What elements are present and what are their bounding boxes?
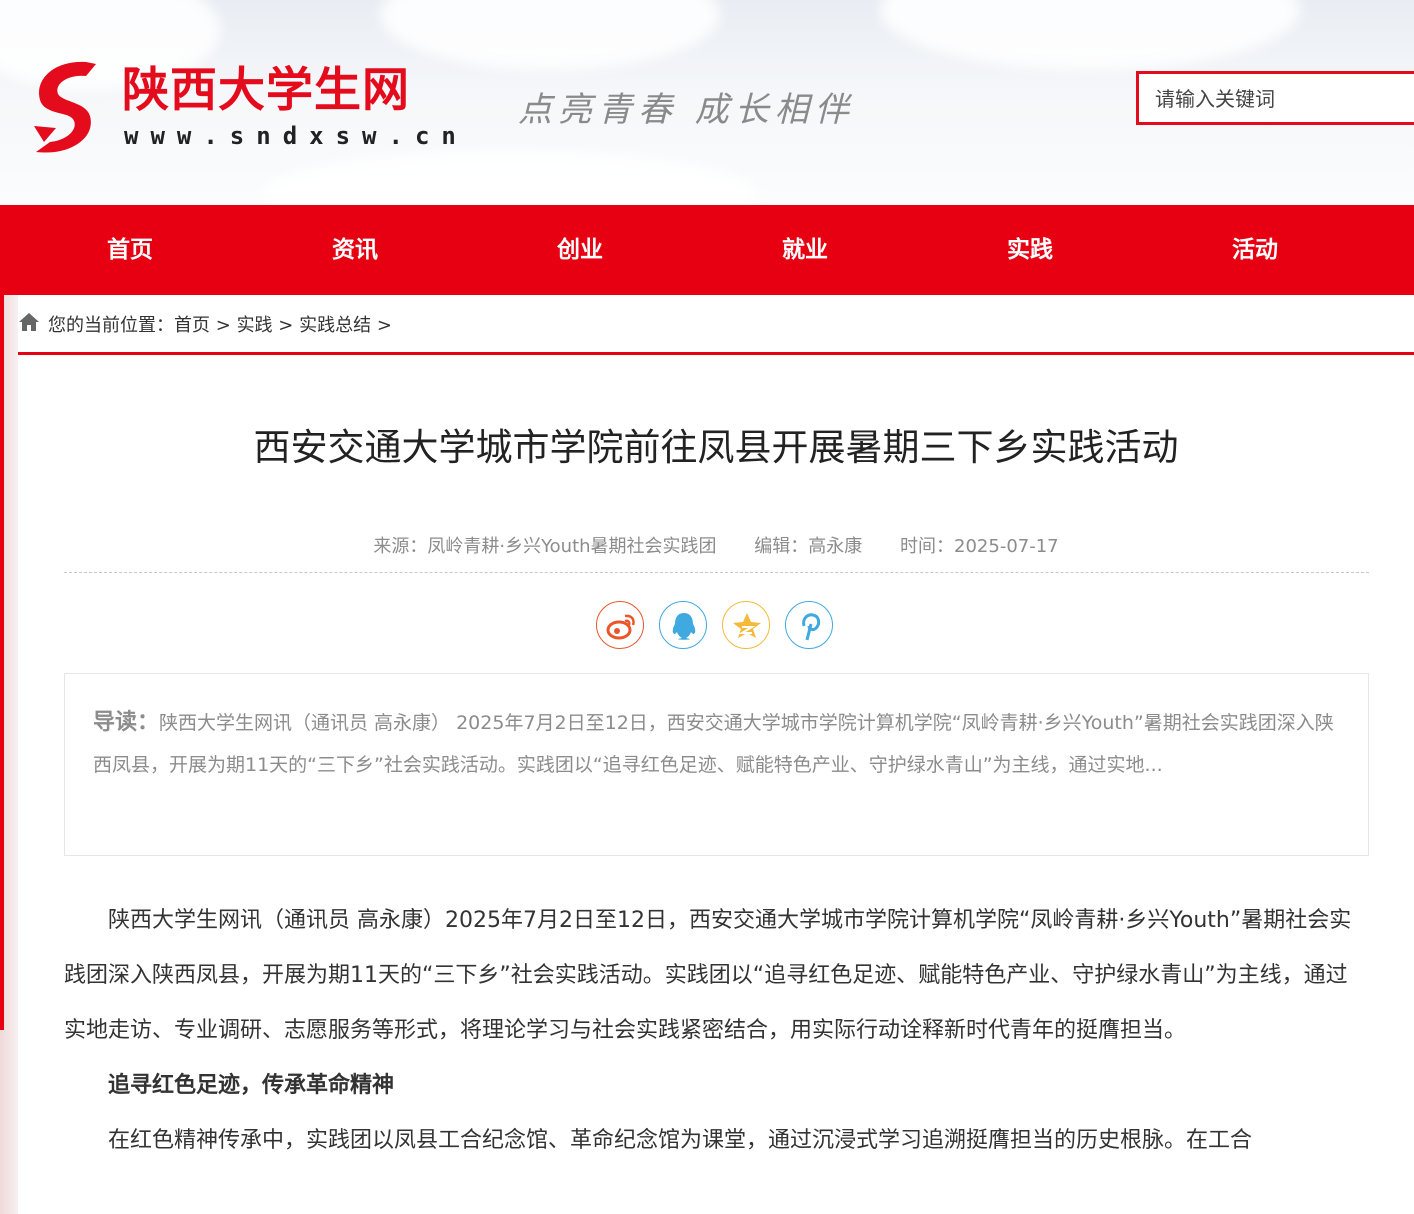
article-lead: 导读：陕西大学生网讯（通讯员 高永康） 2025年7月2日至12日，西安交通大学… bbox=[64, 673, 1369, 856]
article-meta: 来源：凤岭青耕·乡兴Youth暑期社会实践团 编辑：高永康 时间：2025-07… bbox=[18, 532, 1414, 558]
nav-item-employment[interactable]: 就业 bbox=[745, 205, 865, 295]
breadcrumb-home[interactable]: 首页 bbox=[174, 315, 210, 336]
breadcrumb: 您的当前位置：首页 > 实践 > 实践总结 > bbox=[18, 295, 1414, 355]
article-title: 西安交通大学城市学院前往凤县开展暑期三下乡实践活动 bbox=[253, 426, 1179, 469]
header-cloud bbox=[260, 150, 760, 205]
article: 西安交通大学城市学院前往凤县开展暑期三下乡实践活动 来源：凤岭青耕·乡兴Yout… bbox=[18, 355, 1414, 1214]
breadcrumb-separator: > bbox=[376, 315, 392, 336]
header-cloud bbox=[380, 0, 720, 70]
article-paragraph: 陕西大学生网讯（通讯员 高永康）2025年7月2日至12日，西安交通大学城市学院… bbox=[64, 908, 1352, 1043]
lead-label: 导读： bbox=[93, 710, 160, 735]
site-name[interactable]: 陕西大学生网 bbox=[122, 66, 410, 116]
site-header: 陕西大学生网 www.sndxsw.cn 点亮青春 成长相伴 bbox=[0, 0, 1414, 205]
qzone-icon bbox=[733, 613, 761, 638]
article-body: 陕西大学生网讯（通讯员 高永康）2025年7月2日至12日，西安交通大学城市学院… bbox=[64, 893, 1369, 1168]
article-editor: 编辑：高永康 bbox=[754, 536, 863, 557]
pinterest-icon bbox=[802, 613, 821, 641]
main-nav: 首页 资讯 创业 就业 实践 活动 bbox=[0, 205, 1414, 295]
site-slogan: 点亮青春 成长相伴 bbox=[518, 90, 855, 130]
pinterest-share-button[interactable] bbox=[785, 601, 833, 649]
search-box bbox=[1136, 71, 1414, 125]
breadcrumb-prefix: 您的当前位置： bbox=[48, 315, 174, 336]
header-cloud bbox=[880, 0, 1300, 70]
nav-item-home[interactable]: 首页 bbox=[70, 205, 190, 295]
nav-item-news[interactable]: 资讯 bbox=[295, 205, 415, 295]
breadcrumb-practice-summary[interactable]: 实践总结 bbox=[299, 315, 371, 336]
article-source: 来源：凤岭青耕·乡兴Youth暑期社会实践团 bbox=[373, 536, 717, 557]
breadcrumb-separator: > bbox=[278, 315, 294, 336]
nav-item-practice[interactable]: 实践 bbox=[970, 205, 1090, 295]
site-logo-icon[interactable] bbox=[26, 56, 106, 156]
qq-icon bbox=[672, 613, 696, 640]
search-input[interactable] bbox=[1139, 74, 1414, 124]
lead-text: 陕西大学生网讯（通讯员 高永康） 2025年7月2日至12日，西安交通大学城市学… bbox=[93, 712, 1334, 776]
site-url: www.sndxsw.cn bbox=[124, 122, 468, 150]
weibo-icon bbox=[606, 614, 635, 640]
qq-share-button[interactable] bbox=[659, 601, 707, 649]
article-subheading: 追寻红色足迹，传承革命精神 bbox=[108, 1073, 395, 1098]
meta-divider bbox=[64, 572, 1369, 573]
side-red-band bbox=[0, 295, 4, 1030]
home-icon bbox=[19, 313, 39, 331]
nav-item-activities[interactable]: 活动 bbox=[1195, 205, 1315, 295]
qzone-share-button[interactable] bbox=[722, 601, 770, 649]
breadcrumb-separator: > bbox=[215, 315, 231, 336]
article-time: 时间：2025-07-17 bbox=[900, 536, 1059, 557]
breadcrumb-practice[interactable]: 实践 bbox=[237, 315, 273, 336]
weibo-share-button[interactable] bbox=[596, 601, 644, 649]
nav-item-entrepreneurship[interactable]: 创业 bbox=[520, 205, 640, 295]
article-paragraph: 在红色精神传承中，实践团以凤县工合纪念馆、革命纪念馆为课堂，通过沉浸式学习追溯挺… bbox=[108, 1128, 1253, 1153]
